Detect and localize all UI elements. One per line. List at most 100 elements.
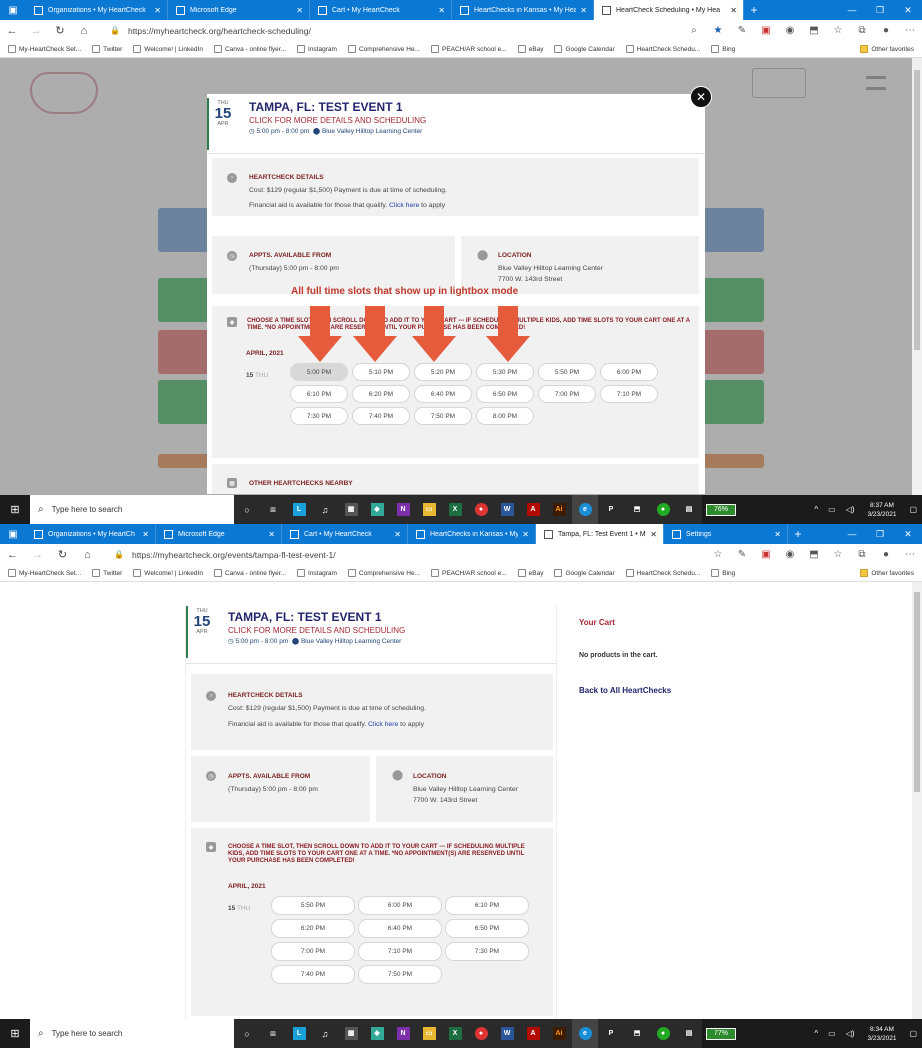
- timeslot-button[interactable]: 5:00 PM: [290, 363, 348, 381]
- timeslot-button[interactable]: 5:50 PM: [271, 896, 355, 915]
- timeslot-button[interactable]: 6:20 PM: [352, 385, 410, 403]
- timeslot-button[interactable]: 6:00 PM: [358, 896, 442, 915]
- extension-icon[interactable]: ✎: [730, 25, 754, 36]
- maximize-icon[interactable]: ❐: [866, 524, 894, 544]
- bookmark[interactable]: Canva - online flyer...: [213, 45, 286, 53]
- page-scrollbar[interactable]: [912, 582, 922, 1019]
- battery-indicator[interactable]: 77%: [706, 1027, 736, 1040]
- clock[interactable]: 8:34 AM 3/23/2021: [868, 1025, 897, 1043]
- calculator-icon[interactable]: ▦: [338, 1019, 364, 1048]
- network-icon[interactable]: ▭: [828, 505, 836, 514]
- illustrator-icon[interactable]: Ai: [546, 1019, 572, 1048]
- favorite-star-icon[interactable]: ☆: [706, 549, 730, 560]
- acrobat-icon[interactable]: A: [520, 1019, 546, 1048]
- close-window-icon[interactable]: ✕: [894, 0, 922, 20]
- windows-start-icon[interactable]: ⊞: [0, 503, 30, 516]
- collections-icon[interactable]: ⧉: [850, 25, 874, 36]
- timeslot-button[interactable]: 8:00 PM: [476, 407, 534, 425]
- app-icon[interactable]: P: [598, 495, 624, 524]
- timeslot-button[interactable]: 7:50 PM: [414, 407, 472, 425]
- bookmark[interactable]: Google Calendar: [554, 45, 615, 53]
- tray-chevron-icon[interactable]: ^: [814, 505, 818, 514]
- app-icon[interactable]: ◆: [364, 1019, 390, 1048]
- more-icon[interactable]: ⋯: [898, 549, 922, 560]
- more-icon[interactable]: ⋯: [898, 25, 922, 36]
- financial-aid-link[interactable]: Click here: [389, 202, 419, 209]
- cortana-icon[interactable]: ○: [234, 1019, 260, 1048]
- taskbar-search[interactable]: ⌕ Type here to search: [30, 495, 234, 524]
- bookmark[interactable]: My-HeartCheck Set...: [8, 569, 81, 577]
- refresh-icon[interactable]: ↻: [48, 24, 72, 37]
- bookmark[interactable]: HeartCheck Schedu...: [625, 45, 700, 53]
- task-view-icon[interactable]: ⧈: [260, 1019, 286, 1048]
- app-icon[interactable]: ⬒: [624, 495, 650, 524]
- volume-icon[interactable]: ◁): [846, 505, 855, 514]
- back-icon[interactable]: ←: [0, 25, 24, 37]
- new-tab-button[interactable]: +: [744, 0, 764, 20]
- edge-icon[interactable]: e: [572, 495, 598, 524]
- chrome-icon[interactable]: ●: [468, 1019, 494, 1048]
- bookmark[interactable]: Welcome! | LinkedIn: [133, 569, 203, 577]
- app-icon[interactable]: ⬒: [624, 1019, 650, 1048]
- notifications-icon[interactable]: ▢: [909, 505, 917, 514]
- timeslot-button[interactable]: 7:40 PM: [271, 965, 355, 984]
- timeslot-button[interactable]: 7:40 PM: [352, 407, 410, 425]
- task-view-icon[interactable]: ⧈: [260, 495, 286, 524]
- profile-icon[interactable]: ●: [874, 549, 898, 560]
- url-field[interactable]: 🔒 https://myheartcheck.org/events/tampa-f…: [106, 546, 706, 563]
- new-tab-button[interactable]: +: [788, 524, 808, 544]
- close-icon[interactable]: ✕: [774, 530, 781, 539]
- favorites-icon[interactable]: ☆: [826, 25, 850, 36]
- forward-icon[interactable]: →: [25, 549, 50, 561]
- tray-chevron-icon[interactable]: ^: [814, 1029, 818, 1038]
- app-bell-icon[interactable]: ♫: [312, 1019, 338, 1048]
- bookmark[interactable]: Twitter: [92, 569, 122, 577]
- tab-settings[interactable]: Settings ✕: [664, 524, 788, 544]
- refresh-icon[interactable]: ↻: [50, 548, 75, 561]
- scrollbar-thumb[interactable]: [914, 592, 920, 792]
- bookmark[interactable]: My-HeartCheck Set...: [8, 45, 81, 53]
- bookmark[interactable]: Bing: [711, 569, 735, 577]
- bookmark[interactable]: Comprehensive He...: [347, 45, 420, 53]
- close-icon[interactable]: ✕: [650, 530, 657, 539]
- tab-microsoft-edge[interactable]: Microsoft Edge ✕: [168, 0, 310, 20]
- app-l-icon[interactable]: L: [286, 495, 312, 524]
- extension-icon[interactable]: ◉: [778, 25, 802, 36]
- chrome-icon[interactable]: ●: [468, 495, 494, 524]
- bookmark[interactable]: PEACH/AR school e...: [430, 45, 507, 53]
- app-l-icon[interactable]: L: [286, 1019, 312, 1048]
- app-icon[interactable]: ◆: [364, 495, 390, 524]
- tab-cart[interactable]: Cart • My HeartCheck ✕: [310, 0, 452, 20]
- other-favorites[interactable]: Other favorites: [860, 45, 914, 53]
- bookmark[interactable]: Twitter: [92, 45, 122, 53]
- timeslot-button[interactable]: 5:20 PM: [414, 363, 472, 381]
- bookmark[interactable]: PEACH/AR school e...: [430, 569, 507, 577]
- extension-icon[interactable]: ▣: [754, 549, 778, 560]
- extension-icon[interactable]: ⬒: [802, 549, 826, 560]
- event-title[interactable]: TAMPA, FL: TEST EVENT 1: [249, 100, 403, 114]
- timeslot-button[interactable]: 6:00 PM: [600, 363, 658, 381]
- taskbar-search[interactable]: ⌕ Type here to search: [30, 1019, 234, 1048]
- financial-aid-link[interactable]: Click here: [368, 721, 398, 728]
- lightbox-close-button[interactable]: ✕: [690, 86, 712, 108]
- tab-actions-icon[interactable]: ▣: [0, 0, 26, 20]
- extension-icon[interactable]: ▣: [754, 25, 778, 36]
- event-title[interactable]: TAMPA, FL: TEST EVENT 1: [228, 610, 382, 624]
- close-icon[interactable]: ✕: [438, 6, 445, 15]
- extension-icon[interactable]: ⬒: [802, 25, 826, 36]
- chevron-right-icon[interactable]: ›: [227, 173, 237, 183]
- timeslot-button[interactable]: 6:20 PM: [271, 919, 355, 938]
- bookmark[interactable]: Welcome! | LinkedIn: [133, 45, 203, 53]
- close-window-icon[interactable]: ✕: [894, 524, 922, 544]
- home-icon[interactable]: ⌂: [75, 549, 100, 561]
- close-icon[interactable]: ✕: [268, 530, 275, 539]
- back-icon[interactable]: ←: [0, 549, 25, 561]
- volume-icon[interactable]: ◁): [846, 1029, 855, 1038]
- bookmark[interactable]: Bing: [711, 45, 735, 53]
- zoom-icon[interactable]: ⌕: [682, 25, 706, 36]
- scrollbar-thumb[interactable]: [914, 70, 920, 350]
- close-icon[interactable]: ✕: [580, 6, 587, 15]
- collections-icon[interactable]: ⧉: [850, 549, 874, 560]
- network-icon[interactable]: ▭: [828, 1029, 836, 1038]
- app-icon[interactable]: ▤: [676, 495, 702, 524]
